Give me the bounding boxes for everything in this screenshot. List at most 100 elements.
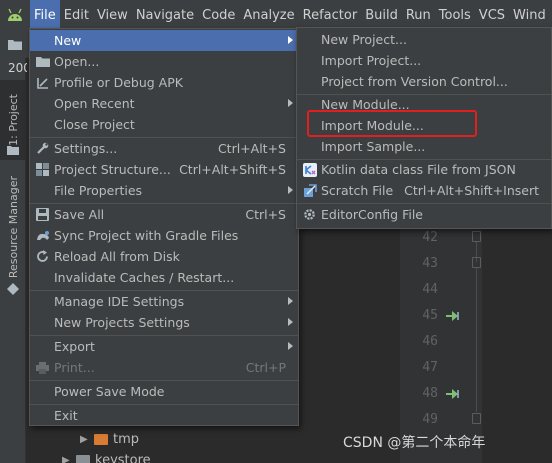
menu-edit[interactable]: Edit [60,0,93,30]
menu-item-label: Reload All from Disk [54,249,180,264]
tab-resource-manager-label: Resource Manager [6,176,20,279]
menu-item-project-structure[interactable]: Project Structure... Ctrl+Alt+Shift+S [30,159,298,180]
fold-toggle-icon[interactable] [472,257,481,268]
menu-view[interactable]: View [93,0,132,30]
menu-item-scratch-file[interactable]: Scratch File Ctrl+Alt+Shift+Insert [297,180,551,201]
menu-item-new-projects-settings[interactable]: New Projects Settings [30,312,298,333]
menu-navigate[interactable]: Navigate [132,0,198,30]
menu-item-import-sample[interactable]: Import Sample... [297,136,551,157]
menu-item-label: Import Project... [321,53,422,68]
resource-manager-icon [0,282,26,296]
menu-item-label: Sync Project with Gradle Files [54,228,239,243]
profile-apk-icon [35,75,50,90]
menu-item-new-project[interactable]: New Project... [297,29,551,50]
menu-item-label: New [54,33,82,48]
menu-item-label: Power Save Mode [54,384,165,399]
submenu-arrow-icon [288,36,293,44]
menu-item-invalidate-caches[interactable]: Invalidate Caches / Restart... [30,267,298,288]
menu-item-label: Profile or Debug APK [54,75,183,90]
toolbar-open-folder[interactable] [0,30,30,58]
line-number: 42 [422,230,438,245]
menu-item-shortcut: Ctrl+Alt+S [217,141,286,156]
android-studio-logo-icon [0,0,30,30]
fold-toggle-icon[interactable] [472,231,481,242]
menu-item-print[interactable]: Print... Ctrl+P [30,357,298,378]
fold-guide [476,268,477,412]
menu-item-profile-debug-apk[interactable]: Profile or Debug APK [30,72,298,93]
menu-vcs[interactable]: VCS [475,0,509,30]
menu-item-manage-ide-settings[interactable]: Manage IDE Settings [30,291,298,312]
save-icon [35,207,50,222]
menu-item-label: Invalidate Caches / Restart... [54,270,235,285]
menu-item-shortcut: Ctrl+P [245,360,286,375]
refresh-icon [35,249,50,264]
menu-item-reload-disk[interactable]: Reload All from Disk [30,246,298,267]
menu-run[interactable]: Run [402,0,435,30]
menu-item-label: Close Project [54,117,135,132]
menu-item-close-project[interactable]: Close Project [30,114,298,135]
menu-file[interactable]: File [30,0,60,30]
menu-item-sync-gradle[interactable]: Sync Project with Gradle Files [30,225,298,246]
menu-item-label: New Project... [321,32,407,47]
implements-marker-icon[interactable] [446,310,462,322]
menu-item-label: Project Structure... [54,162,171,177]
line-number: 44 [422,282,438,297]
menu-item-save-all[interactable]: Save All Ctrl+S [30,204,298,225]
menu-item-open-recent[interactable]: Open Recent [30,93,298,114]
line-number: 47 [422,360,438,375]
menu-item-shortcut: Ctrl+S [245,207,286,222]
menu-window[interactable]: Wind [509,0,550,30]
menu-item-power-save-mode[interactable]: Power Save Mode [30,381,298,402]
menu-item-label: EditorConfig File [321,207,423,222]
scratch-file-icon [302,183,317,198]
menu-item-label: Kotlin data class File from JSON [321,162,516,177]
menu-item-editorconfig[interactable]: EditorConfig File [297,204,551,225]
menu-item-label: Settings... [54,141,118,156]
menu-item-exit[interactable]: Exit [30,405,298,426]
menu-build[interactable]: Build [361,0,402,30]
submenu-arrow-icon [288,318,293,326]
menu-code[interactable]: Code [198,0,239,30]
submenu-arrow-icon [288,186,293,194]
expand-arrow-icon[interactable]: ▶ [80,434,94,445]
menu-refactor[interactable]: Refactor [299,0,362,30]
menu-tools[interactable]: Tools [435,0,475,30]
menu-item-label: Open... [54,54,100,69]
line-number: 46 [422,334,438,349]
menu-item-new[interactable]: New [30,30,298,51]
menu-item-label: Print... [54,360,95,375]
editorconfig-gear-icon [302,207,317,222]
menu-item-label: Save All [54,207,105,222]
menu-item-label: Scratch File [321,183,394,198]
tree-item-label: tmp [113,431,140,447]
expand-arrow-icon[interactable]: ▶ [62,455,76,463]
menu-item-export[interactable]: Export [30,336,298,357]
open-folder-icon [35,54,50,69]
tree-item-keystore[interactable]: ▶ keystore [62,450,151,463]
line-number: 49 [422,412,438,427]
wrench-icon [35,141,50,156]
submenu-arrow-icon [288,99,293,107]
line-number: 43 [422,256,438,271]
menu-item-settings[interactable]: Settings... Ctrl+Alt+S [30,138,298,159]
menu-item-kotlin-json[interactable]: Kotlin data class File from JSON [297,159,551,180]
menu-item-shortcut: Ctrl+Alt+Shift+S [179,162,286,177]
menu-analyze[interactable]: Analyze [239,0,298,30]
submenu-arrow-icon [288,342,293,350]
watermark: CSDN @第二个本命年 [343,435,486,451]
menu-item-label: File Properties [54,183,143,198]
print-icon [35,360,50,375]
menubar: File Edit View Navigate Code Analyze Ref… [0,0,552,30]
menu-item-project-from-vcs[interactable]: Project from Version Control... [297,71,551,92]
menu-item-label: New Projects Settings [54,315,190,330]
menu-item-open[interactable]: Open... [30,51,298,72]
fold-toggle-icon[interactable] [472,413,481,424]
implements-marker-icon[interactable] [446,388,462,400]
tree-item-label: keystore [95,452,151,463]
menu-item-label: Project from Version Control... [321,74,508,89]
tab-resource-manager[interactable]: Resource Manager [0,175,26,280]
tree-item-tmp[interactable]: ▶ tmp [80,429,139,449]
menu-item-import-project[interactable]: Import Project... [297,50,551,71]
menu-item-label: Manage IDE Settings [54,294,185,309]
menu-item-file-properties[interactable]: File Properties [30,180,298,201]
